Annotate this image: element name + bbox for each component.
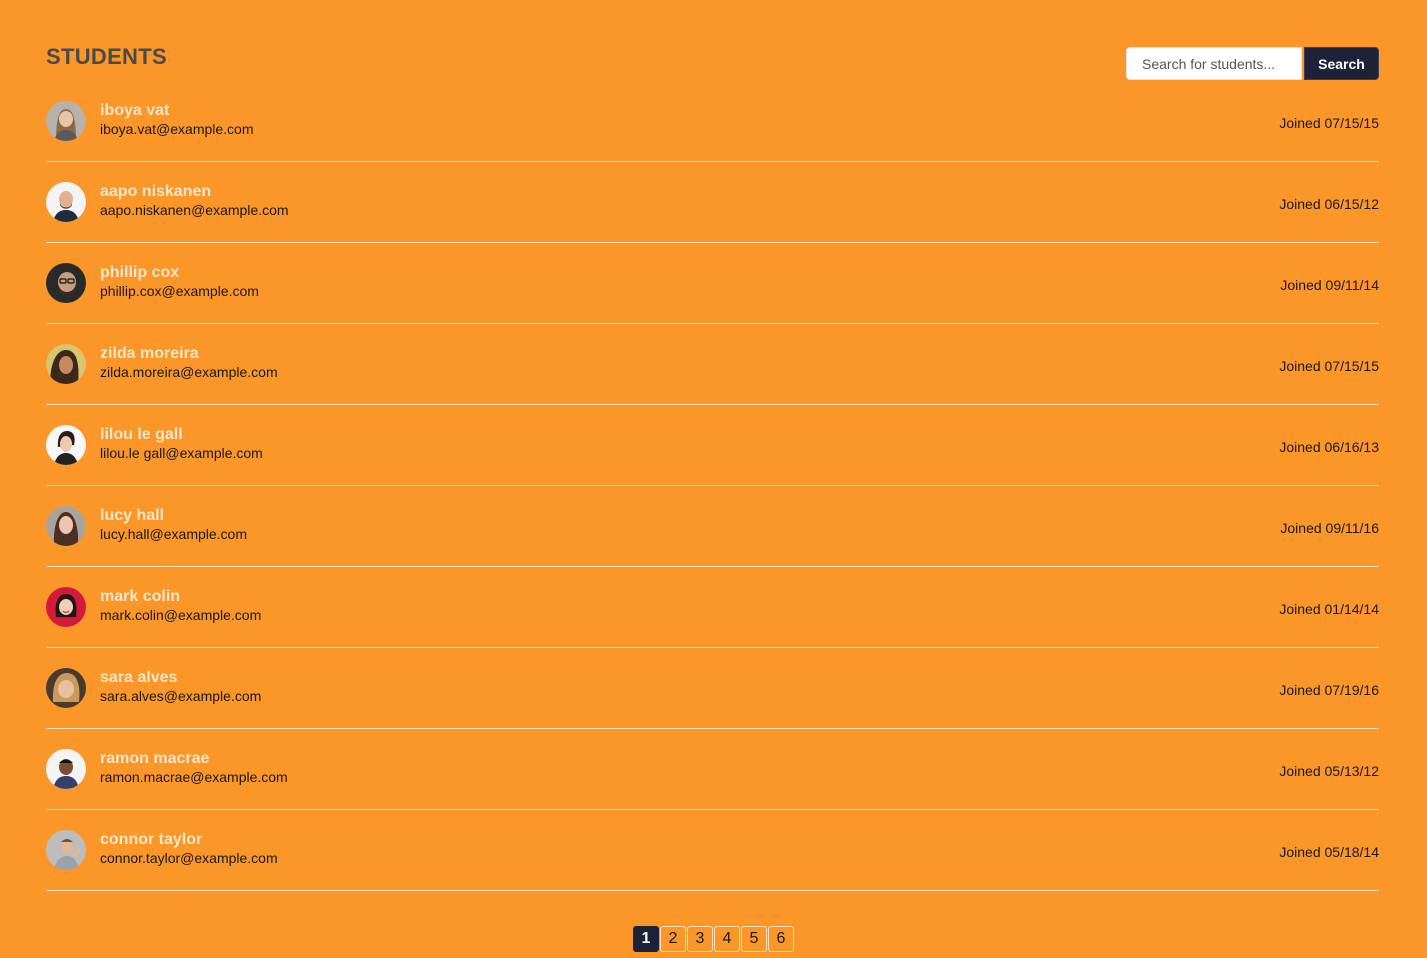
student-details: ramon macrae ramon.macrae@example.com (100, 749, 288, 787)
page-link-5[interactable]: 5 (741, 926, 767, 952)
student-email: iboya.vat@example.com (100, 121, 254, 137)
student-email: sara.alves@example.com (100, 688, 262, 704)
joined-date: Joined 07/15/15 (1279, 358, 1379, 374)
student-list-item: ramon macrae ramon.macrae@example.com Jo… (46, 729, 1379, 810)
student-list-item: mark colin mark.colin@example.com Joined… (46, 567, 1379, 648)
joined-date: Joined 07/19/16 (1279, 682, 1379, 698)
student-list-item: aapo niskanen aapo.niskanen@example.com … (46, 162, 1379, 243)
student-details: connor taylor connor.taylor@example.com (100, 830, 278, 868)
student-details: mark colin mark.colin@example.com (100, 587, 261, 625)
student-name: lucy hall (100, 507, 165, 524)
joined-date: Joined 05/18/14 (1279, 844, 1379, 860)
page-title: STUDENTS (46, 44, 167, 69)
student-details: zilda moreira zilda.moreira@example.com (100, 344, 278, 382)
joined-date: Joined 01/14/14 (1279, 601, 1379, 617)
student-list-item: iboya vat iboya.vat@example.com Joined 0… (46, 96, 1379, 162)
joined-date: Joined 05/13/12 (1279, 763, 1379, 779)
student-email: aapo.niskanen@example.com (100, 202, 289, 218)
search-input[interactable] (1126, 47, 1302, 80)
page-link-3[interactable]: 3 (687, 926, 713, 952)
student-details: iboya vat iboya.vat@example.com (100, 101, 254, 139)
page-link-1[interactable]: 1 (633, 926, 659, 952)
student-name: iboya vat (100, 102, 170, 119)
student-list-item: zilda moreira zilda.moreira@example.com … (46, 324, 1379, 405)
student-details: lucy hall lucy.hall@example.com (100, 506, 247, 544)
student-avatar (46, 182, 86, 222)
student-details: lilou le gall lilou.le gall@example.com (100, 425, 263, 463)
student-list: iboya vat iboya.vat@example.com Joined 0… (46, 96, 1379, 891)
joined-date: Joined 09/11/16 (1280, 520, 1379, 536)
search-button[interactable]: Search (1304, 47, 1379, 80)
student-email: phillip.cox@example.com (100, 283, 259, 299)
student-avatar (46, 749, 86, 789)
student-name: mark colin (100, 588, 181, 605)
student-email: lilou.le gall@example.com (100, 445, 263, 461)
student-list-item: phillip cox phillip.cox@example.com Join… (46, 243, 1379, 324)
joined-date: Joined 07/15/15 (1279, 115, 1379, 131)
student-name: lilou le gall (100, 426, 183, 443)
student-email: mark.colin@example.com (100, 607, 262, 623)
student-list-item: connor taylor connor.taylor@example.com … (46, 810, 1379, 891)
student-avatar (46, 263, 86, 303)
student-directory-page: STUDENTS Search iboya vat iboya.vat@exam… (46, 0, 1379, 891)
student-avatar (46, 830, 86, 870)
pagination: 1 2 3 4 5 6 (0, 926, 1427, 952)
page-header: STUDENTS Search (46, 0, 1379, 96)
student-search: Search (1126, 47, 1379, 80)
student-avatar (46, 425, 86, 465)
student-avatar (46, 101, 86, 141)
student-details: sara alves sara.alves@example.com (100, 668, 261, 706)
joined-date: Joined 06/15/12 (1279, 196, 1379, 212)
student-list-item: lilou le gall lilou.le gall@example.com … (46, 405, 1379, 486)
student-avatar (46, 344, 86, 384)
student-email: zilda.moreira@example.com (100, 364, 278, 380)
student-email: lucy.hall@example.com (100, 526, 248, 542)
student-name: ramon macrae (100, 750, 210, 767)
student-list-item: sara alves sara.alves@example.com Joined… (46, 648, 1379, 729)
student-details: aapo niskanen aapo.niskanen@example.com (100, 182, 289, 220)
student-details: phillip cox phillip.cox@example.com (100, 263, 259, 301)
joined-date: Joined 09/11/14 (1280, 277, 1379, 293)
page-link-6[interactable]: 6 (768, 926, 794, 952)
student-name: aapo niskanen (100, 183, 212, 200)
student-email: ramon.macrae@example.com (100, 769, 288, 785)
student-name: connor taylor (100, 831, 203, 848)
student-avatar (46, 506, 86, 546)
student-name: zilda moreira (100, 345, 199, 362)
joined-date: Joined 06/16/13 (1279, 439, 1379, 455)
student-avatar (46, 587, 86, 627)
student-name: phillip cox (100, 264, 180, 281)
page-link-2[interactable]: 2 (660, 926, 686, 952)
student-email: connor.taylor@example.com (100, 850, 278, 866)
student-avatar (46, 668, 86, 708)
student-name: sara alves (100, 669, 178, 686)
page-link-4[interactable]: 4 (714, 926, 740, 952)
student-list-item: lucy hall lucy.hall@example.com Joined 0… (46, 486, 1379, 567)
